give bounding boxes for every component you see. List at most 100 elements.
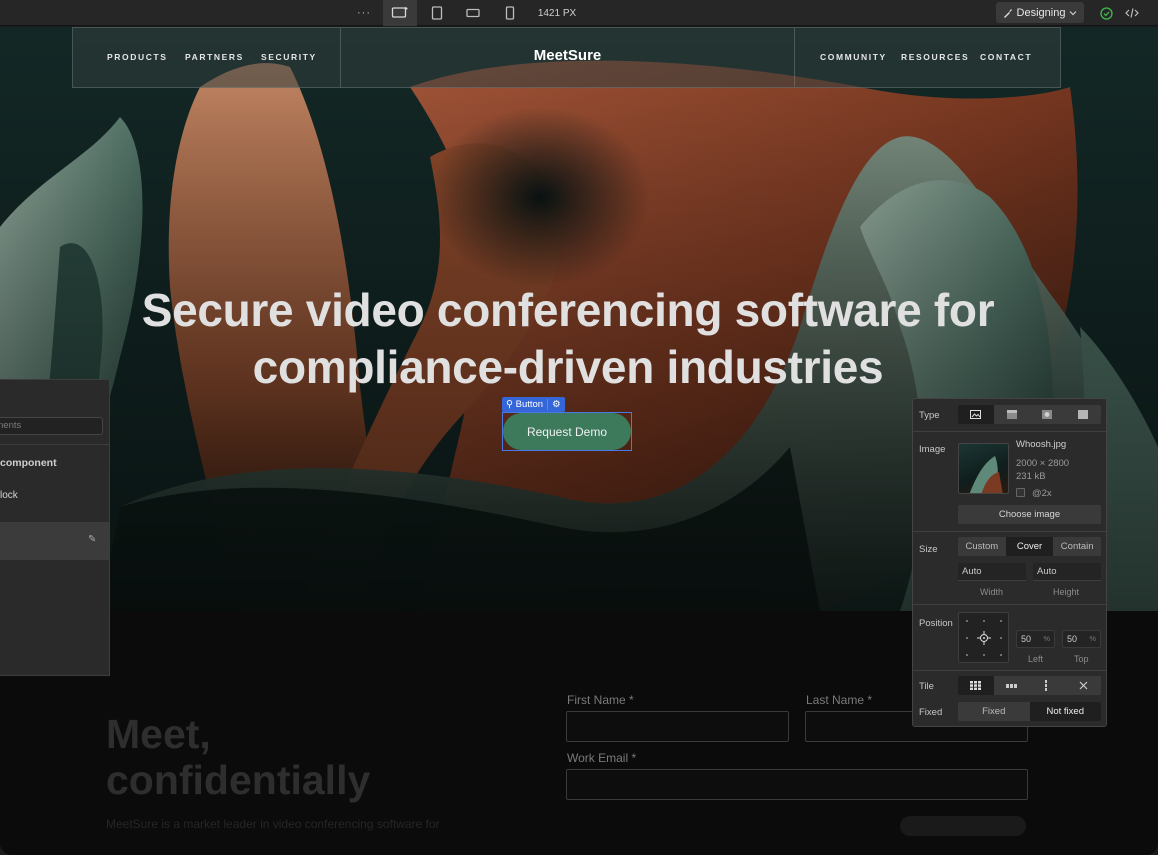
width-caption: Width — [980, 587, 1004, 597]
position-point[interactable] — [1000, 654, 1002, 656]
position-picker[interactable] — [958, 612, 1009, 663]
repeat-y-icon — [1045, 680, 1048, 691]
linear-gradient-icon — [1006, 410, 1017, 419]
publish-status-button[interactable] — [1097, 0, 1115, 26]
last-name-label: Last Name * — [806, 693, 873, 707]
position-point[interactable] — [966, 654, 968, 656]
fixed-segmented: Fixed Not fixed — [958, 702, 1101, 721]
percent-unit: % — [1089, 634, 1096, 643]
size-custom-option[interactable]: Custom — [958, 537, 1006, 556]
height-input[interactable]: Auto — [1033, 563, 1101, 581]
file-name: Whoosh.jpg — [1016, 439, 1067, 450]
tile-vertical-option[interactable] — [1030, 676, 1066, 695]
code-view-button[interactable] — [1123, 0, 1141, 26]
brush-icon — [1003, 8, 1012, 18]
background-type-segmented — [958, 405, 1101, 424]
components-list-item[interactable]: lock — [0, 490, 18, 501]
components-list-item-selected[interactable]: ✎ — [0, 522, 109, 560]
more-menu-button[interactable]: ··· — [352, 0, 376, 26]
mobile-landscape-breakpoint-button[interactable] — [456, 0, 490, 26]
tile-none-option[interactable] — [1065, 676, 1101, 695]
section-heading-line: Meet, — [106, 711, 211, 757]
nav-link-contact[interactable]: CONTACT — [980, 52, 1032, 62]
close-icon — [1079, 681, 1088, 690]
submit-button[interactable] — [900, 816, 1026, 836]
first-name-input[interactable] — [566, 711, 789, 742]
top-caption: Top — [1074, 654, 1089, 664]
hero-heading[interactable]: Secure video conferencing software for c… — [0, 282, 1136, 396]
repeat-x-icon — [1006, 683, 1018, 688]
mobile-portrait-breakpoint-button[interactable] — [493, 0, 527, 26]
panel-divider — [913, 604, 1106, 605]
position-point[interactable] — [983, 620, 985, 622]
position-point[interactable] — [1000, 620, 1002, 622]
image-thumbnail[interactable] — [958, 443, 1009, 494]
type-image-option[interactable] — [958, 405, 994, 424]
background-settings-panel: Type Image Whoosh.jpg 2000 × 2800 231 kB… — [912, 398, 1107, 727]
tile-horizontal-option[interactable] — [994, 676, 1030, 695]
position-point[interactable] — [1000, 637, 1002, 639]
tile-both-option[interactable] — [958, 676, 994, 695]
position-point[interactable] — [966, 637, 968, 639]
mobile-landscape-icon — [466, 8, 480, 18]
pencil-icon[interactable]: ✎ — [88, 534, 96, 545]
desktop-breakpoint-button[interactable] — [383, 0, 417, 26]
position-point[interactable] — [966, 620, 968, 622]
mode-dropdown[interactable]: Designing — [996, 2, 1084, 23]
position-top-input[interactable]: 50 % — [1062, 630, 1101, 648]
nav-link-resources[interactable]: RESOURCES — [901, 52, 969, 62]
image-dimensions: 2000 × 2800 — [1016, 458, 1070, 469]
position-left-value: 50 — [1021, 634, 1032, 644]
size-segmented: Custom Cover Contain — [958, 537, 1101, 556]
fixed-option[interactable]: Fixed — [958, 702, 1030, 721]
not-fixed-option[interactable]: Not fixed — [1029, 702, 1101, 721]
retina-checkbox[interactable] — [1016, 488, 1025, 497]
type-radial-gradient-option[interactable] — [1030, 405, 1066, 424]
hero-heading-line: compliance-driven industries — [252, 341, 884, 393]
designer-toolbar: ··· 1421 PX Designing — [0, 0, 1158, 26]
request-demo-button[interactable]: Request Demo — [503, 413, 631, 450]
width-input[interactable]: Auto — [958, 563, 1026, 581]
type-label: Type — [919, 410, 940, 421]
left-caption: Left — [1028, 654, 1044, 664]
work-email-label: Work Email * — [567, 751, 637, 765]
fixed-label: Fixed — [919, 707, 943, 718]
viewport-width-readout: 1421 PX — [537, 7, 577, 19]
components-heading: component — [0, 457, 57, 469]
size-cover-option[interactable]: Cover — [1005, 537, 1054, 556]
components-search-input[interactable]: nents — [0, 417, 103, 435]
grid-icon — [970, 681, 982, 690]
size-contain-option[interactable]: Contain — [1053, 537, 1101, 556]
nav-divider — [794, 28, 795, 87]
section-heading: Meet, confidentially — [106, 711, 370, 803]
panel-divider — [913, 531, 1106, 532]
height-caption: Height — [1053, 587, 1080, 597]
solid-color-icon — [1078, 410, 1089, 419]
choose-image-button[interactable]: Choose image — [958, 505, 1101, 524]
desktop-icon — [391, 7, 408, 18]
tablet-breakpoint-button[interactable] — [420, 0, 454, 26]
selection-tag[interactable]: ⚲ Button ⚙ — [502, 397, 565, 412]
gear-icon[interactable]: ⚙ — [547, 399, 565, 410]
site-navbar: PRODUCTS PARTNERS SECURITY MeetSure COMM… — [72, 27, 1061, 88]
nav-link-community[interactable]: COMMUNITY — [820, 52, 887, 62]
check-circle-icon — [1099, 6, 1113, 20]
components-panel: nents component lock ✎ — [0, 379, 110, 676]
position-left-input[interactable]: 50 % — [1016, 630, 1055, 648]
type-color-option[interactable] — [1065, 405, 1101, 424]
size-label: Size — [919, 544, 938, 555]
percent-unit: % — [1043, 634, 1050, 643]
image-icon — [970, 410, 982, 419]
hero-heading-line: Secure video conferencing software for — [141, 284, 995, 336]
tile-segmented — [958, 676, 1101, 695]
section-text: MeetSure is a market leader in video con… — [106, 817, 440, 831]
type-linear-gradient-option[interactable] — [994, 405, 1030, 424]
mode-label: Designing — [1016, 6, 1066, 19]
position-point[interactable] — [983, 654, 985, 656]
code-icon — [1125, 8, 1139, 18]
design-canvas[interactable]: PRODUCTS PARTNERS SECURITY MeetSure COMM… — [0, 27, 1158, 855]
thumbnail-image — [969, 456, 1003, 493]
position-label: Position — [919, 618, 953, 629]
work-email-input[interactable] — [566, 769, 1028, 800]
retina-label: @2x — [1032, 488, 1052, 499]
